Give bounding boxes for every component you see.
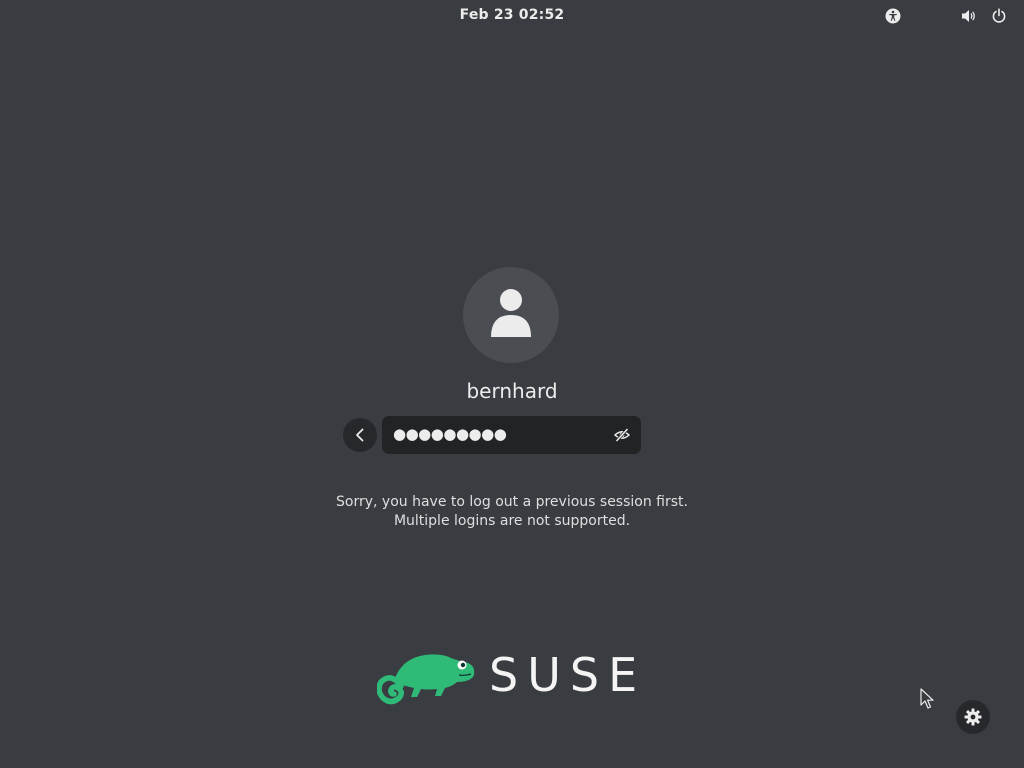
message-line-2: Multiple logins are not supported. [393,513,631,529]
clock[interactable]: Feb 23 02:52 [0,7,1024,23]
password-value: ●●●●●●●●● [393,425,507,443]
message-line-1: Sorry, you have to log out a previous se… [336,494,688,510]
back-button[interactable] [343,418,377,452]
power-icon[interactable] [991,8,1007,24]
mouse-cursor-icon [920,688,934,714]
chevron-left-icon [356,428,364,442]
login-error-message: Sorry, you have to log out a previous se… [0,493,1024,531]
gear-icon [964,708,982,726]
accessibility-icon[interactable] [885,8,901,24]
chameleon-logo-icon [377,654,475,705]
eye-slash-icon[interactable] [613,427,631,443]
username-label: bernhard [466,379,558,403]
suse-wordmark: SUSE [489,648,647,702]
top-bar: Feb 23 02:52 [0,0,1024,32]
session-settings-button[interactable] [956,700,990,734]
volume-icon[interactable] [961,8,977,24]
user-avatar [463,267,559,363]
password-field[interactable]: ●●●●●●●●● [382,416,641,454]
login-screen: Feb 23 02:52 bernhard ●●●●●●●●● Sorry, y… [0,0,1024,768]
suse-logo: SUSE [377,648,649,706]
user-icon [491,289,531,337]
